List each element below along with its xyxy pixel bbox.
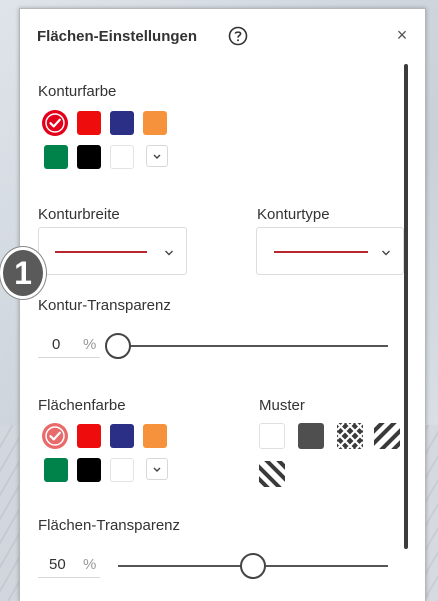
pattern-label: Muster [259, 397, 305, 414]
outline-transparency-unit: % [83, 336, 97, 353]
check-icon [45, 113, 65, 133]
outline-width-preview [55, 251, 147, 253]
fill-color-swatch-black[interactable] [77, 458, 101, 482]
outline-width-select[interactable] [38, 227, 187, 275]
outline-color-swatch-blue[interactable] [110, 111, 134, 135]
fill-color-more-button[interactable] [146, 458, 168, 480]
fill-transparency-unit: % [83, 556, 97, 573]
outline-color-more-button[interactable] [146, 145, 168, 167]
chevron-down-icon [165, 250, 173, 256]
outline-color-swatch-orange[interactable] [143, 111, 167, 135]
panel-scrollbar[interactable] [404, 64, 408, 549]
outline-color-swatch-green[interactable] [44, 145, 68, 169]
outline-color-swatch-red[interactable] [77, 111, 101, 135]
outline-type-label: Konturtype [257, 206, 330, 223]
chevron-down-icon [153, 154, 161, 159]
fill-transparency-input[interactable]: 50 % [38, 554, 100, 578]
fill-transparency-label: Flächen-Transparenz [38, 517, 181, 534]
dialog-title: Flächen-Einstellungen [37, 28, 198, 45]
fill-color-swatch-green[interactable] [44, 458, 68, 482]
outline-width-label: Konturbreite [38, 206, 120, 223]
outline-color-swatch-black[interactable] [77, 145, 101, 169]
pattern-crosshatch[interactable] [337, 423, 363, 449]
outline-transparency-slider-track[interactable] [118, 345, 388, 347]
pattern-solid[interactable] [298, 423, 324, 449]
fill-transparency-value: 50 [49, 556, 66, 573]
pattern-diagonal-left[interactable] [259, 461, 285, 487]
outline-type-select[interactable] [256, 227, 404, 275]
fill-color-swatch-red[interactable] [77, 424, 101, 448]
fill-color-swatch-selected[interactable] [42, 423, 68, 449]
check-icon [45, 426, 65, 446]
outline-color-swatch-selected[interactable] [42, 110, 68, 136]
fill-color-swatch-orange[interactable] [143, 424, 167, 448]
fill-transparency-slider-thumb[interactable] [240, 553, 266, 579]
pattern-blank[interactable] [259, 423, 285, 449]
outline-transparency-label: Kontur-Transparenz [38, 297, 171, 314]
fill-color-label: Flächenfarbe [38, 397, 126, 414]
chevron-down-icon [382, 250, 390, 256]
fill-color-swatch-white[interactable] [110, 458, 134, 482]
chevron-down-icon [153, 467, 161, 472]
fill-color-swatch-blue[interactable] [110, 424, 134, 448]
outline-color-label: Konturfarbe [38, 83, 117, 100]
outline-transparency-value: 0 [52, 336, 61, 353]
outline-type-preview [274, 251, 368, 253]
help-icon[interactable] [228, 26, 248, 46]
outline-color-swatch-white[interactable] [110, 145, 134, 169]
pattern-diagonal-right[interactable] [374, 423, 400, 449]
outline-transparency-input[interactable]: 0 % [38, 334, 100, 358]
callout-badge: 1 [0, 247, 46, 299]
close-icon[interactable]: × [394, 26, 410, 44]
outline-transparency-slider-thumb[interactable] [105, 333, 131, 359]
